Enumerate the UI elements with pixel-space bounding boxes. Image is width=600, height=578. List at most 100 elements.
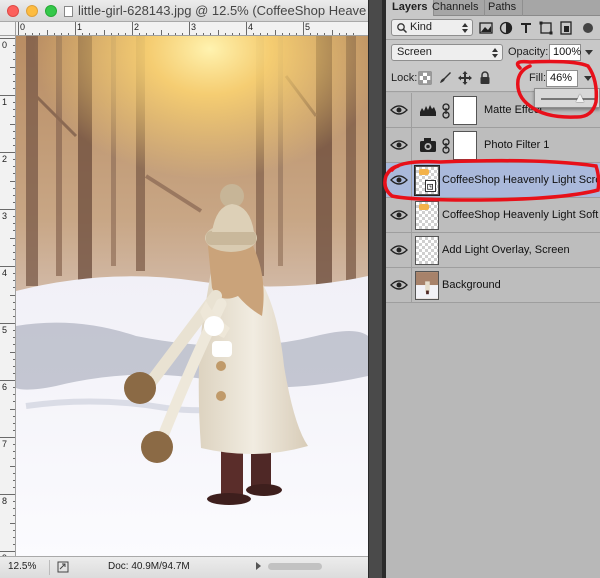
- ruler-number: 8: [2, 496, 8, 506]
- ruler-tick: [0, 551, 15, 552]
- ruler-tick: [132, 22, 133, 35]
- fill-dropdown-arrow-icon[interactable]: [584, 76, 592, 81]
- layer-row[interactable]: Add Light Overlay, Screen: [386, 233, 600, 268]
- light-thumb-glow: [419, 169, 429, 175]
- visibility-eye-icon[interactable]: [390, 173, 408, 187]
- tab-paths[interactable]: Paths: [482, 0, 524, 16]
- lock-label: Lock:: [391, 72, 418, 84]
- ruler-tick: [0, 380, 15, 381]
- layer-filter-bar: Kind: [386, 16, 600, 40]
- tab-channels[interactable]: Channels: [426, 0, 486, 16]
- layer-thumbnail[interactable]: [415, 201, 439, 230]
- fill-slider-thumb[interactable]: [575, 94, 584, 102]
- filter-smart-object-icon[interactable]: [559, 21, 573, 35]
- ruler-origin[interactable]: [0, 22, 16, 36]
- opacity-input[interactable]: 100%: [549, 44, 581, 61]
- ruler-tick: [0, 494, 15, 495]
- document-size-info: Doc: 40.9M/94.7M: [108, 561, 190, 572]
- visibility-column-divider: [411, 268, 412, 303]
- blend-row: Screen Opacity: 100%: [386, 40, 600, 66]
- panel-divider: [368, 0, 383, 578]
- visibility-column-divider: [411, 163, 412, 198]
- ruler-number: 0: [2, 40, 8, 50]
- opacity-dropdown-arrow-icon[interactable]: [585, 50, 593, 55]
- mask-link-icon[interactable]: [442, 103, 450, 119]
- visibility-column-divider: [411, 233, 412, 268]
- ruler-tick: [0, 209, 15, 210]
- fill-slider-track[interactable]: [541, 98, 595, 100]
- layer-name: CoffeeShop Heavenly Light Screen: [442, 174, 600, 186]
- ruler-number: 3: [2, 211, 8, 221]
- layer-mask-thumbnail[interactable]: [453, 96, 477, 125]
- opacity-label: Opacity:: [508, 46, 549, 58]
- lock-transparent-pixels-icon[interactable]: [418, 71, 432, 85]
- canvas-photo: [16, 36, 368, 556]
- ruler-number: 2: [134, 22, 140, 32]
- filter-kind-select[interactable]: Kind: [391, 19, 473, 36]
- layer-row-selected[interactable]: CoffeeShop Heavenly Light Screen: [386, 163, 600, 198]
- export-icon[interactable]: [57, 561, 69, 573]
- document-file-icon: [64, 6, 73, 17]
- filter-adjustment-layer-icon[interactable]: [499, 21, 513, 35]
- ruler-tick: [0, 266, 15, 267]
- ruler-number: 5: [2, 325, 8, 335]
- layers-panel: Layers Channels Paths Kind Screen Opacit…: [386, 0, 600, 578]
- fill-input[interactable]: 46%: [546, 70, 578, 87]
- photoshop-workspace: little-girl-628143.jpg @ 12.5% (CoffeeSh…: [0, 0, 600, 578]
- select-arrows-icon: [462, 23, 468, 33]
- levels-icon: [420, 105, 436, 116]
- visibility-eye-icon[interactable]: [390, 103, 408, 117]
- visibility-column-divider: [411, 198, 412, 233]
- ruler-number: 5: [305, 22, 311, 32]
- light-thumb-glow: [419, 204, 429, 210]
- lock-position-icon[interactable]: [458, 71, 472, 85]
- visibility-eye-icon[interactable]: [390, 208, 408, 222]
- layer-name: Photo Filter 1: [484, 139, 550, 151]
- layer-row[interactable]: Photo Filter 1: [386, 128, 600, 163]
- ruler-number: 7: [2, 439, 8, 449]
- blend-mode-select[interactable]: Screen: [391, 44, 503, 61]
- document-window: little-girl-628143.jpg @ 12.5% (CoffeeSh…: [0, 0, 368, 578]
- ruler-tick: [0, 323, 15, 324]
- select-arrows-icon: [492, 48, 498, 58]
- photo-filter-icon: [420, 138, 436, 152]
- search-icon: [397, 23, 408, 34]
- zoom-window-button[interactable]: [45, 5, 57, 17]
- lock-all-icon[interactable]: [478, 71, 492, 85]
- image-canvas[interactable]: [16, 36, 368, 556]
- ruler-number: 4: [2, 268, 8, 278]
- visibility-eye-icon[interactable]: [390, 278, 408, 292]
- ruler-number: 1: [2, 97, 8, 107]
- visibility-eye-icon[interactable]: [390, 138, 408, 152]
- document-title: little-girl-628143.jpg @ 12.5% (CoffeeSh…: [78, 3, 366, 18]
- visibility-eye-icon[interactable]: [390, 243, 408, 257]
- filter-type-layer-icon[interactable]: [519, 21, 533, 35]
- horizontal-scrollbar[interactable]: [264, 560, 364, 575]
- ruler-tick: [246, 22, 247, 35]
- close-window-button[interactable]: [7, 5, 19, 17]
- layers-list: Matte Effect Photo Filter 1 CoffeeShop H…: [386, 93, 600, 578]
- background-image-thumbnail[interactable]: [415, 271, 439, 300]
- document-title-bar[interactable]: little-girl-628143.jpg @ 12.5% (CoffeeSh…: [0, 0, 368, 22]
- layer-name: Add Light Overlay, Screen: [442, 244, 570, 256]
- filter-shape-layer-icon[interactable]: [539, 21, 553, 35]
- minimize-window-button[interactable]: [26, 5, 38, 17]
- zoom-level-field[interactable]: 12.5%: [4, 560, 50, 575]
- horizontal-scrollbar-thumb[interactable]: [268, 563, 322, 570]
- layer-thumbnail[interactable]: [415, 236, 439, 265]
- panel-tabs: Layers Channels Paths: [386, 0, 600, 16]
- status-menu-arrow-icon[interactable]: [256, 562, 261, 570]
- lock-image-pixels-icon[interactable]: [438, 71, 452, 85]
- filter-toggle-icon[interactable]: [581, 21, 595, 35]
- ruler-number: 2: [2, 154, 8, 164]
- visibility-column-divider: [411, 128, 412, 163]
- layer-mask-thumbnail[interactable]: [453, 131, 477, 160]
- mask-link-icon[interactable]: [442, 138, 450, 154]
- vertical-ruler[interactable]: 0123456789: [0, 36, 16, 556]
- filter-pixel-layer-icon[interactable]: [479, 21, 493, 35]
- layer-row[interactable]: CoffeeShop Heavenly Light Soft Light: [386, 198, 600, 233]
- visibility-column-divider: [411, 93, 412, 128]
- ruler-tick: [0, 95, 15, 96]
- horizontal-ruler[interactable]: 0 1 2 3 4 5: [16, 22, 368, 36]
- layer-row[interactable]: Background: [386, 268, 600, 303]
